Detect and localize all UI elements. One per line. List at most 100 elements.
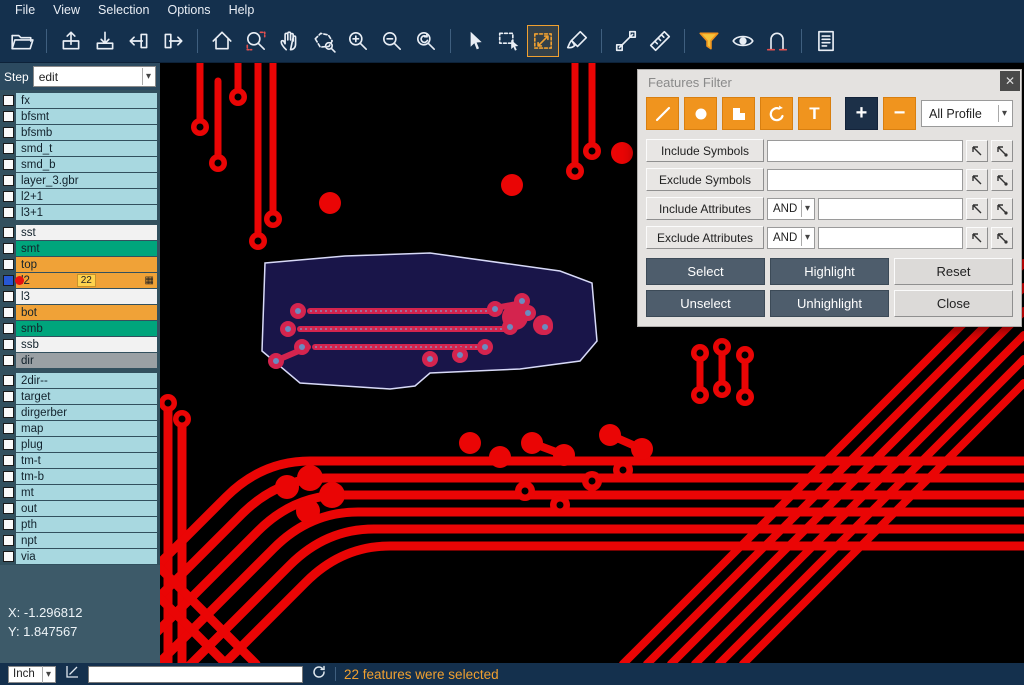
box-arrow-down-icon[interactable] xyxy=(89,25,121,57)
layer-row-smd_b[interactable]: smd_b xyxy=(0,157,157,172)
select-button[interactable]: Select xyxy=(646,258,765,285)
layer-checkbox[interactable] xyxy=(3,423,14,434)
box-arrow-right-icon[interactable] xyxy=(157,25,189,57)
layer-name[interactable]: dir xyxy=(16,353,157,368)
layer-checkbox[interactable] xyxy=(3,191,14,202)
layer-checkbox[interactable] xyxy=(3,455,14,466)
refresh-icon[interactable] xyxy=(311,664,327,685)
unhighlight-button[interactable]: Unhighlight xyxy=(770,290,889,317)
layer-name[interactable]: plug xyxy=(16,437,157,452)
layer-name[interactable]: 2dir-- xyxy=(16,373,157,388)
home-icon[interactable] xyxy=(206,25,238,57)
layer-checkbox[interactable] xyxy=(3,487,14,498)
select-rect-icon[interactable] xyxy=(493,25,525,57)
pan-hand-icon[interactable] xyxy=(274,25,306,57)
layer-row-mt[interactable]: mt xyxy=(0,485,157,500)
layer-checkbox[interactable] xyxy=(3,111,14,122)
snap-icon[interactable] xyxy=(761,25,793,57)
include-attributes-button[interactable]: Include Attributes xyxy=(646,197,764,220)
paint-brush-icon[interactable] xyxy=(561,25,593,57)
include-symbols-input[interactable] xyxy=(767,140,963,162)
polarity-positive-button[interactable]: + xyxy=(845,97,878,130)
layer-name[interactable]: sst xyxy=(16,225,157,240)
layer-name[interactable]: mt xyxy=(16,485,157,500)
zoom-in-icon[interactable] xyxy=(342,25,374,57)
layer-name[interactable]: l3+1 xyxy=(16,205,157,220)
layer-checkbox[interactable] xyxy=(3,159,14,170)
layer-checkbox[interactable] xyxy=(3,127,14,138)
layer-row-via[interactable]: via xyxy=(0,549,157,564)
layer-name[interactable]: bfsmb xyxy=(16,125,157,140)
layer-row-tm-t[interactable]: tm-t xyxy=(0,453,157,468)
layer-name[interactable]: layer_3.gbr xyxy=(16,173,157,188)
ruler-icon[interactable] xyxy=(644,25,676,57)
feature-type-surface-button[interactable] xyxy=(722,97,755,130)
pick-add-from-canvas-button[interactable] xyxy=(991,140,1013,162)
dialog-title-bar[interactable]: Features Filter ✕ xyxy=(638,70,1021,95)
layer-checkbox[interactable] xyxy=(3,355,14,366)
zoom-reset-icon[interactable] xyxy=(410,25,442,57)
layer-name[interactable]: out xyxy=(16,501,157,516)
zoom-out-icon[interactable] xyxy=(376,25,408,57)
layer-name[interactable]: bot xyxy=(16,305,157,320)
layer-row-fx[interactable]: fx xyxy=(0,93,157,108)
origin-corner-icon[interactable] xyxy=(64,664,80,685)
layer-checkbox[interactable] xyxy=(3,323,14,334)
box-arrow-up-icon[interactable] xyxy=(55,25,87,57)
layer-row-smb[interactable]: smb xyxy=(0,321,157,336)
layer-checkbox[interactable] xyxy=(3,243,14,254)
layer-name[interactable]: l222▦ xyxy=(16,273,157,288)
folder-open-icon[interactable] xyxy=(6,25,38,57)
layer-row-l2+1[interactable]: l2+1 xyxy=(0,189,157,204)
layer-row-pth[interactable]: pth xyxy=(0,517,157,532)
layer-row-bot[interactable]: bot xyxy=(0,305,157,320)
layer-row-map[interactable]: map xyxy=(0,421,157,436)
feature-type-line-button[interactable] xyxy=(646,97,679,130)
layer-name[interactable]: map xyxy=(16,421,157,436)
layer-name[interactable]: smt xyxy=(16,241,157,256)
layer-row-l2[interactable]: l222▦ xyxy=(0,273,157,288)
layer-row-bfsmt[interactable]: bfsmt xyxy=(0,109,157,124)
layer-name[interactable]: smb xyxy=(16,321,157,336)
highlight-button[interactable]: Highlight xyxy=(770,258,889,285)
pick-add-from-canvas-button[interactable] xyxy=(991,198,1013,220)
layer-checkbox[interactable] xyxy=(3,339,14,350)
polarity-negative-button[interactable]: − xyxy=(883,97,916,130)
reset-button[interactable]: Reset xyxy=(894,258,1013,285)
exclude-symbols-button[interactable]: Exclude Symbols xyxy=(646,168,764,191)
pointer-icon[interactable] xyxy=(459,25,491,57)
layer-name[interactable]: npt xyxy=(16,533,157,548)
menu-view[interactable]: View xyxy=(44,0,89,20)
layer-checkbox[interactable] xyxy=(3,391,14,402)
layer-checkbox[interactable] xyxy=(3,307,14,318)
feature-type-text-button[interactable]: T xyxy=(798,97,831,130)
layer-name[interactable]: tm-b xyxy=(16,469,157,484)
layer-checkbox[interactable] xyxy=(3,275,14,286)
layer-checkbox[interactable] xyxy=(3,407,14,418)
eye-icon[interactable] xyxy=(727,25,759,57)
layer-checkbox[interactable] xyxy=(3,551,14,562)
layer-name[interactable]: pth xyxy=(16,517,157,532)
layer-row-top[interactable]: top xyxy=(0,257,157,272)
pick-add-from-canvas-button[interactable] xyxy=(991,227,1013,249)
layer-row-dirgerber[interactable]: dirgerber xyxy=(0,405,157,420)
layer-name[interactable]: smd_t xyxy=(16,141,157,156)
pick-from-canvas-button[interactable] xyxy=(966,140,988,162)
pick-from-canvas-button[interactable] xyxy=(966,198,988,220)
logic-operator-select[interactable]: AND▾ xyxy=(767,227,815,249)
exclude-symbols-input[interactable] xyxy=(767,169,963,191)
close-icon[interactable]: ✕ xyxy=(1000,71,1020,91)
layer-checkbox[interactable] xyxy=(3,95,14,106)
layer-name[interactable]: dirgerber xyxy=(16,405,157,420)
layer-row-dir[interactable]: dir xyxy=(0,353,157,368)
layer-row-l3+1[interactable]: l3+1 xyxy=(0,205,157,220)
exclude-attributes-button[interactable]: Exclude Attributes xyxy=(646,226,764,249)
layer-checkbox[interactable] xyxy=(3,143,14,154)
profile-select[interactable]: All Profile▾ xyxy=(921,100,1013,127)
exclude-attributes-input[interactable] xyxy=(818,227,963,249)
layer-row-l3[interactable]: l3 xyxy=(0,289,157,304)
command-input[interactable] xyxy=(88,666,303,683)
layer-name[interactable]: l3 xyxy=(16,289,157,304)
layer-row-npt[interactable]: npt xyxy=(0,533,157,548)
zoom-area-icon[interactable] xyxy=(240,25,272,57)
